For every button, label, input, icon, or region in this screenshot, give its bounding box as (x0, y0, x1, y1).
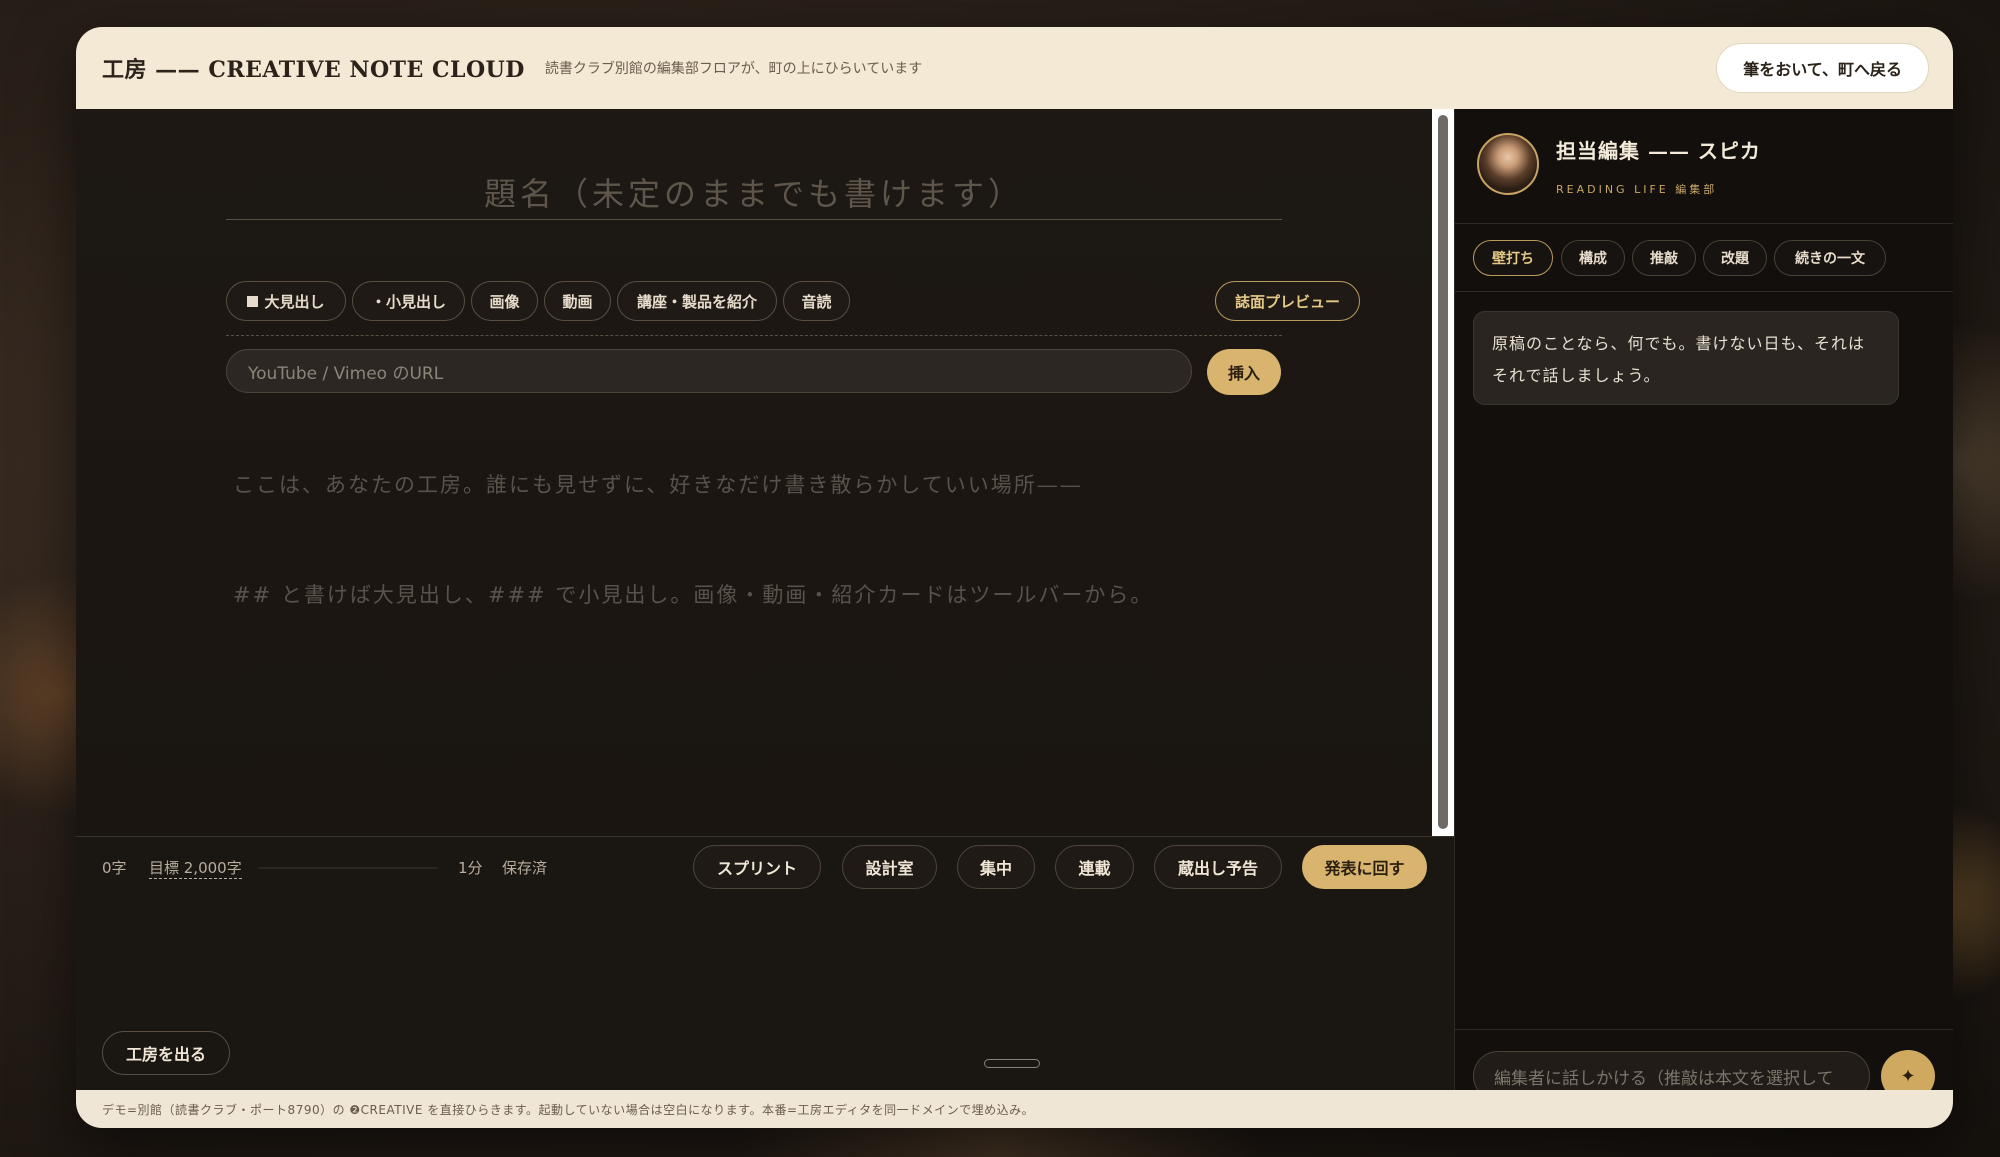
heading-large-button[interactable]: 大見出し (226, 281, 346, 321)
brand-subtitle: 読書クラブ別館の編集部フロアが、町の上にひらいています (544, 61, 923, 77)
editor-name: 担当編集 —— スピカ (1556, 139, 1761, 163)
editor-scrollbar[interactable] (1432, 109, 1454, 836)
footer: デモ=別館（読書クラブ・ポート8790）の ❷CREATIVE を直接ひらきます… (76, 1090, 1953, 1128)
tab-next-sentence[interactable]: 続きの一文 (1774, 240, 1886, 276)
square-icon (247, 295, 259, 307)
char-count: 0字 (102, 859, 127, 877)
toolbar-divider (226, 335, 1282, 336)
serial-button[interactable]: 連載 (1055, 845, 1134, 889)
release-preview-button[interactable]: 蔵出し予告 (1154, 845, 1282, 889)
time-elapsed: 1分 (458, 859, 483, 877)
brand-title: 工房 —— CREATIVE NOTE CLOUD (102, 57, 525, 83)
design-room-button[interactable]: 設計室 (842, 845, 937, 889)
read-aloud-button[interactable]: 音読 (783, 281, 850, 321)
sidebar-divider (1455, 291, 1953, 292)
body-placeholder-line-1[interactable]: ここは、あなたの工房。誰にも見せずに、好きなだけ書き散らかしていい場所—— (233, 469, 1083, 499)
image-button[interactable]: 画像 (471, 281, 538, 321)
status-bar: 0字 目標 2,000字 1分 保存済 スプリント 設計室 集中 連載 蔵出し予… (76, 836, 1454, 899)
sprint-button[interactable]: スプリント (693, 845, 821, 889)
scrollbar-thumb[interactable] (1438, 115, 1448, 829)
video-button[interactable]: 動画 (544, 281, 611, 321)
tab-retitle[interactable]: 改題 (1703, 240, 1767, 276)
editor-sidebar: 担当編集 —— スピカ READING LIFE 編集部 壁打ち 構成 推敲 改… (1454, 109, 1953, 1102)
editor-area: 題名（未定のままでも書けます） 大見出し ・小見出し 画像 動画 講座・製品を紹… (76, 109, 1454, 836)
tab-structure[interactable]: 構成 (1561, 240, 1625, 276)
focus-button[interactable]: 集中 (957, 845, 1035, 889)
editor-department: READING LIFE 編集部 (1556, 183, 1718, 196)
sidebar-divider (1455, 1029, 1953, 1030)
app-window: 工房 —— CREATIVE NOTE CLOUD 読書クラブ別館の編集部フロア… (76, 27, 1953, 1128)
back-to-town-button[interactable]: 筆をおいて、町へ戻る (1716, 43, 1929, 93)
top-bar: 工房 —— CREATIVE NOTE CLOUD 読書クラブ別館の編集部フロア… (76, 27, 1953, 109)
lower-panel (76, 898, 1454, 1101)
heading-small-button[interactable]: ・小見出し (352, 281, 465, 321)
body-placeholder-line-2[interactable]: ## と書けば大見出し、### で小見出し。画像・動画・紹介カードはツールバーか… (233, 579, 1153, 609)
magazine-preview-button[interactable]: 誌面プレビュー (1215, 281, 1360, 321)
publish-button[interactable]: 発表に回す (1302, 845, 1427, 889)
goal-progress-bar (258, 867, 438, 869)
goal-count[interactable]: 目標 2,000字 (149, 857, 242, 879)
video-url-input[interactable]: YouTube / Vimeo のURL (226, 349, 1192, 393)
tab-brainstorm[interactable]: 壁打ち (1473, 240, 1553, 276)
insert-button[interactable]: 挿入 (1207, 349, 1281, 395)
editor-toolbar: 大見出し ・小見出し 画像 動画 講座・製品を紹介 音読 誌面プレビュー (226, 281, 1360, 323)
product-intro-button[interactable]: 講座・製品を紹介 (617, 281, 777, 321)
resize-handle[interactable] (984, 1059, 1040, 1068)
save-status: 保存済 (502, 859, 548, 877)
title-input[interactable]: 題名（未定のままでも書けます） (226, 169, 1282, 220)
heading-large-label: 大見出し (264, 292, 325, 311)
sidebar-divider (1455, 223, 1953, 224)
tab-revise[interactable]: 推敲 (1632, 240, 1696, 276)
editor-message: 原稿のことなら、何でも。書けない日も、それはそれで話しましょう。 (1473, 311, 1899, 405)
editor-avatar (1477, 133, 1539, 195)
footer-note: デモ=別館（読書クラブ・ポート8790）の ❷CREATIVE を直接ひらきます… (102, 1102, 1035, 1117)
exit-workshop-button[interactable]: 工房を出る (102, 1031, 230, 1075)
